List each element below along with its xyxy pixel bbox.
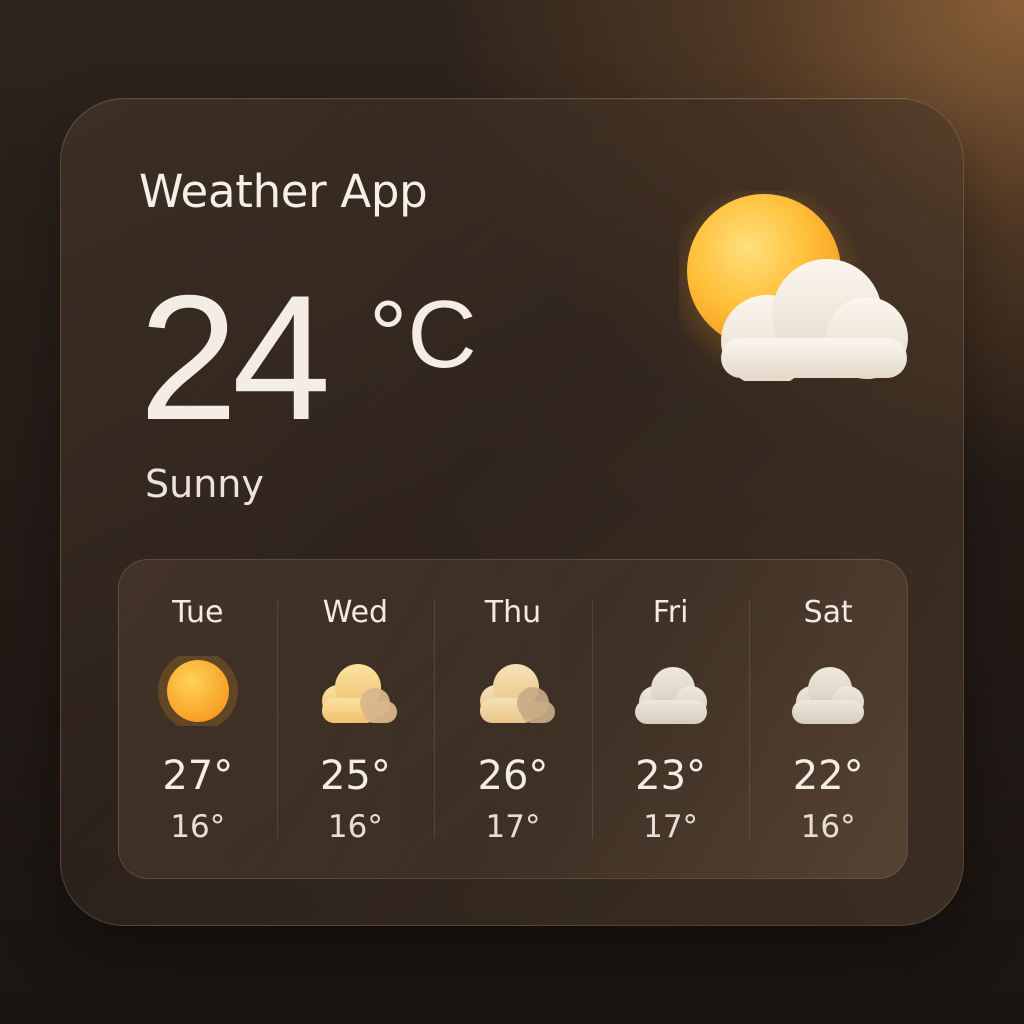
- forecast-low-temp: 17°: [643, 809, 699, 845]
- forecast-day-name: Wed: [322, 595, 389, 630]
- forecast-day-name: Fri: [652, 595, 689, 630]
- forecast-day: Wed 25° 16°: [276, 560, 435, 878]
- current-condition: Sunny: [145, 462, 264, 506]
- app-title: Weather App: [139, 165, 428, 218]
- forecast-low-temp: 17°: [485, 809, 541, 845]
- forecast-high-temp: 23°: [635, 753, 707, 799]
- forecast-day: Sat 22° 16°: [749, 560, 907, 878]
- sun-behind-cloud-icon: [679, 191, 908, 381]
- forecast-low-temp: 16°: [170, 809, 226, 845]
- forecast-high-temp: 25°: [319, 753, 391, 799]
- forecast-high-temp: 26°: [477, 753, 549, 799]
- forecast-high-temp: 27°: [162, 753, 234, 799]
- current-temperature: 24: [139, 258, 331, 457]
- partly-cloudy-icon: [479, 664, 555, 723]
- forecast-low-temp: 16°: [327, 809, 383, 845]
- forecast-day-name: Thu: [484, 595, 542, 630]
- partly-cloudy-icon: [322, 664, 398, 723]
- temperature-unit: °C: [369, 281, 477, 388]
- weather-card: Weather App 24 °C Sunny Tue 27° 16° Wed: [60, 98, 964, 926]
- cloud-icon: [792, 667, 865, 724]
- forecast-day: Fri 23° 17°: [591, 560, 750, 878]
- cloud-icon: [634, 667, 707, 724]
- forecast-high-temp: 22°: [792, 753, 864, 799]
- forecast-day: Thu 26° 17°: [434, 560, 592, 878]
- forecast-day-name: Sat: [803, 595, 853, 630]
- forecast-day-name: Tue: [172, 595, 224, 630]
- forecast-low-temp: 16°: [800, 809, 856, 845]
- sun-icon: [157, 656, 238, 726]
- forecast-day: Tue 27° 16°: [119, 560, 277, 878]
- forecast-panel: Tue 27° 16° Wed 25° 16° Thu 26° 17° Fri …: [118, 559, 908, 879]
